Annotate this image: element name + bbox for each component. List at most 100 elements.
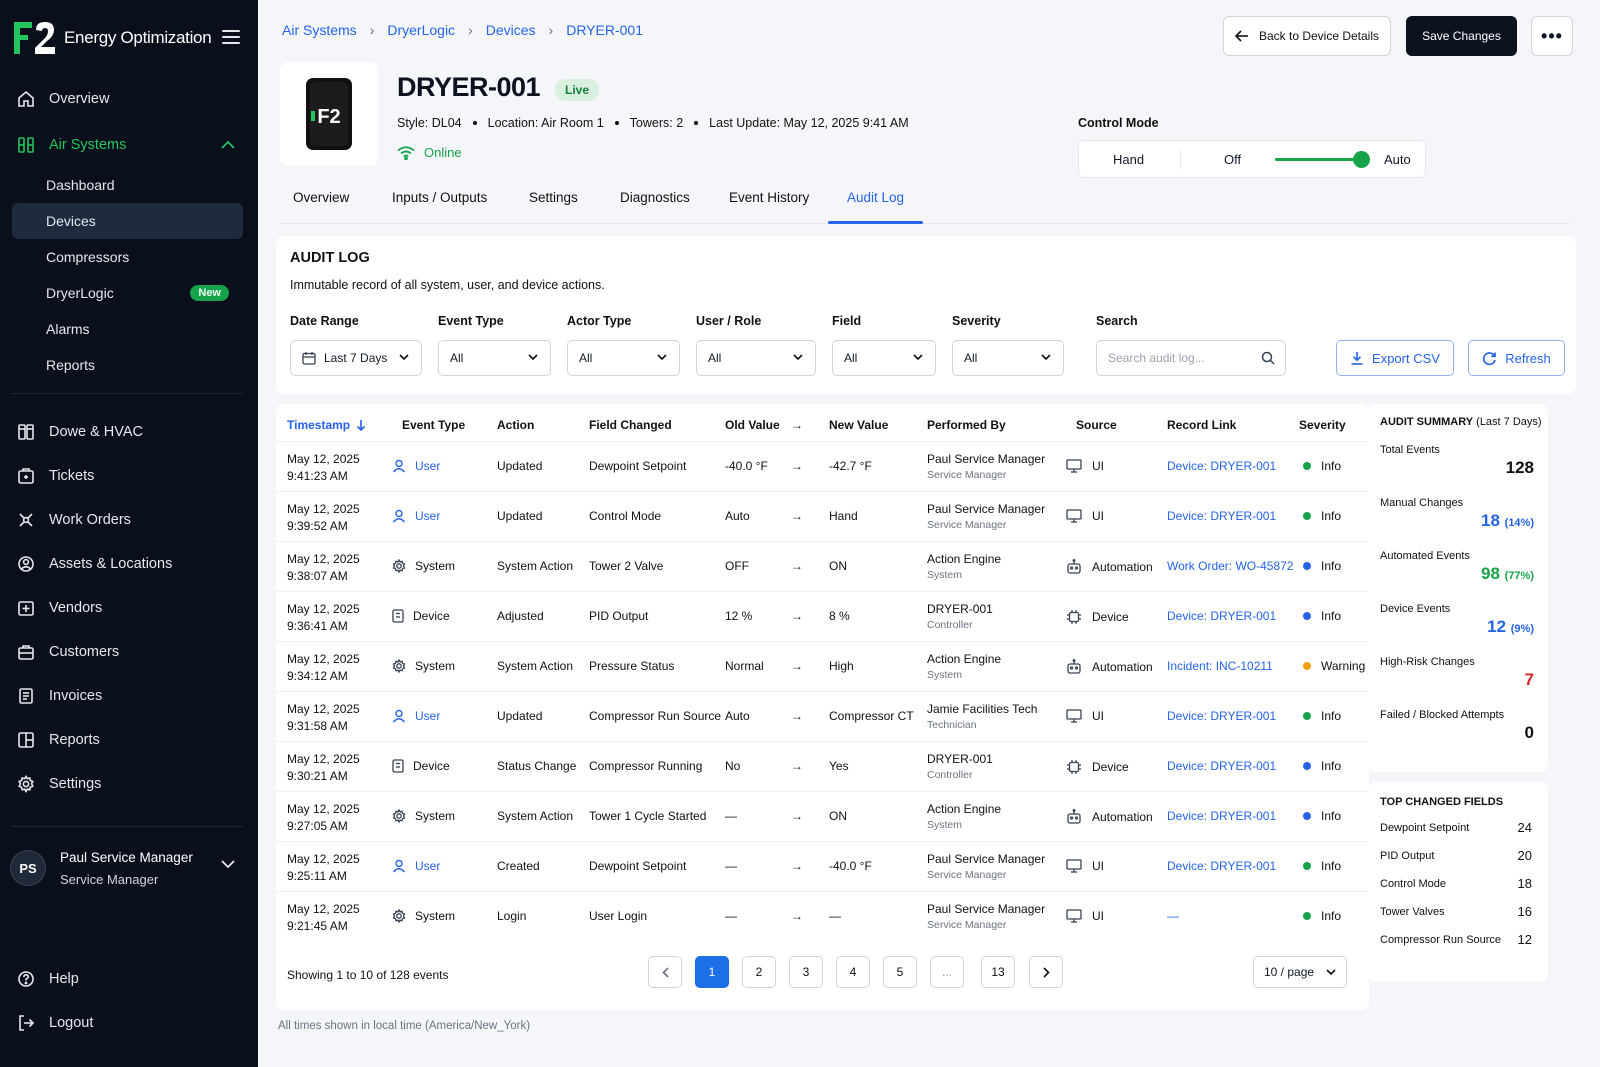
action-cell: System Action [497,659,574,673]
table-row[interactable]: May 12, 2025 9:36:41 AM Device Adjusted PID … [276,591,1369,641]
active-tab-indicator [828,221,923,224]
nav-label: Vendors [49,600,103,616]
record-link[interactable]: Device: DRYER-001 [1167,859,1276,873]
event-type-text: Device [413,759,450,773]
sidebar-item-devices[interactable]: Devices [12,203,243,239]
back-to-device-details-button[interactable]: Back to Device Details [1223,16,1391,56]
user-role-select[interactable]: All [696,340,816,376]
sidebar-item-reports-sub[interactable]: Reports [12,347,243,383]
sidebar-item-compressors[interactable]: Compressors [12,239,243,275]
nav-air-systems[interactable]: Air Systems [12,128,243,162]
source-cell: UI [1066,909,1104,923]
nav-label: Customers [49,644,120,660]
sidebar-item-dryerlogic[interactable]: DryerLogic New [12,275,243,311]
nav-reports[interactable]: Reports [12,723,243,757]
date-range-select[interactable]: Last 7 Days [290,340,422,376]
control-mode-hand[interactable]: Hand [1113,152,1144,167]
sidebar-item-dashboard[interactable]: Dashboard [12,167,243,203]
pagination-page-4[interactable]: 4 [836,956,870,988]
save-changes-button[interactable]: Save Changes [1406,16,1517,56]
sidebar-item-alarms[interactable]: Alarms [12,311,243,347]
tab-diagnostics[interactable]: Diagnostics [620,190,690,205]
table-row[interactable]: May 12, 2025 9:41:23 AM User Updated Dewpoin… [276,441,1369,491]
menu-toggle-icon[interactable] [222,30,240,44]
user-menu[interactable]: PS Paul Service Manager Service Manager [10,842,245,894]
table-row[interactable]: May 12, 2025 9:30:21 AM Device Status Chang… [276,741,1369,791]
pagination-page-3[interactable]: 3 [789,956,823,988]
table-row[interactable]: May 12, 2025 9:21:45 AM System Login User Lo… [276,891,1369,941]
tab-settings[interactable]: Settings [529,190,578,205]
search-input[interactable]: Search audit log... [1096,340,1286,376]
nav-customers[interactable]: Customers [12,635,243,669]
pagination-page-1[interactable]: 1 [695,956,729,988]
nav-settings[interactable]: Settings [12,767,243,801]
arrow-right-icon: → [791,659,803,673]
event-type-select[interactable]: All [438,340,551,376]
tab-inputs-outputs[interactable]: Inputs / Outputs [392,190,487,205]
table-row[interactable]: May 12, 2025 9:39:52 AM User Updated Control… [276,491,1369,541]
source-text: Device [1092,760,1129,774]
control-mode-slider-handle[interactable] [1352,151,1370,168]
column-timestamp-sort[interactable]: Timestamp [287,418,366,432]
per-page-select[interactable]: 10 / page [1253,956,1347,988]
sidebar-item-label: Compressors [46,249,130,265]
control-mode-auto[interactable]: Auto [1384,152,1411,167]
table-row[interactable]: May 12, 2025 9:25:11 AM User Created Dewpoin… [276,841,1369,891]
nav-tickets[interactable]: Tickets [12,459,243,493]
nav-help[interactable]: Help [12,962,243,996]
control-mode-off[interactable]: Off [1224,152,1241,167]
record-link[interactable]: Work Order: WO-45872 [1167,559,1293,573]
table-row[interactable]: May 12, 2025 9:34:12 AM System System Actio… [276,641,1369,691]
pagination-next[interactable] [1029,956,1063,988]
nav-dowe-hvac[interactable]: Dowe & HVAC [12,415,243,449]
table-row[interactable]: May 12, 2025 9:38:07 AM System System Actio… [276,541,1369,591]
record-link[interactable]: Device: DRYER-001 [1167,709,1276,723]
pagination-prev[interactable] [648,956,682,988]
table-row[interactable]: May 12, 2025 9:31:58 AM User Updated Compres… [276,691,1369,741]
source-cell: UI [1066,709,1104,723]
severity-dot [1303,662,1311,670]
vendor-icon [16,598,36,618]
device-tabs: Overview Inputs / Outputs Settings Diagn… [280,180,1570,224]
nav-invoices[interactable]: Invoices [12,679,243,713]
audit-summary: AUDIT SUMMARY (Last 7 Days) Total Events… [1368,404,1548,772]
field-changed-cell: Dewpoint Setpoint [589,859,687,873]
timestamp-date: May 12, 2025 [287,602,360,616]
pagination-page-13[interactable]: 13 [981,956,1015,988]
export-csv-button[interactable]: Export CSV [1336,340,1454,376]
more-options-button[interactable]: ••• [1531,16,1573,56]
record-link[interactable]: Device: DRYER-001 [1167,759,1276,773]
refresh-button[interactable]: Refresh [1468,340,1565,376]
old-value-cell: 12 % [725,609,753,623]
tab-overview[interactable]: Overview [293,190,349,205]
new-value-cell: — [829,909,841,923]
column-label: Timestamp [287,418,351,432]
record-link[interactable]: Incident: INC-10211 [1167,659,1273,673]
nav-vendors[interactable]: Vendors [12,591,243,625]
severity-select[interactable]: All [952,340,1064,376]
pagination-page-2[interactable]: 2 [742,956,776,988]
record-link[interactable]: Device: DRYER-001 [1167,459,1276,473]
pagination-page-5[interactable]: 5 [883,956,917,988]
summary-number: 7 [1524,670,1534,689]
field-select[interactable]: All [832,340,936,376]
breadcrumb-dryerlogic[interactable]: DryerLogic [387,22,455,38]
breadcrumb-devices[interactable]: Devices [486,22,536,38]
brand[interactable]: Energy Optimization [14,20,212,56]
table-row[interactable]: May 12, 2025 9:27:05 AM System System Actio… [276,791,1369,841]
tab-audit-log[interactable]: Audit Log [847,190,904,205]
tab-event-history[interactable]: Event History [729,190,809,205]
nav-logout[interactable]: Logout [12,1006,243,1040]
source-text: Automation [1092,559,1153,574]
refresh-icon [1483,351,1497,365]
actor-type-select[interactable]: All [567,340,680,376]
severity-dot [1303,862,1311,870]
breadcrumb-air-systems[interactable]: Air Systems [282,22,357,38]
nav-work-orders[interactable]: Work Orders [12,503,243,537]
nav-overview[interactable]: Overview [12,82,243,116]
nav-assets-locations[interactable]: Assets & Locations [12,547,243,581]
control-mode-slider[interactable] [1275,151,1370,168]
record-link[interactable]: Device: DRYER-001 [1167,509,1276,523]
record-link[interactable]: Device: DRYER-001 [1167,609,1276,623]
record-link[interactable]: Device: DRYER-001 [1167,809,1276,823]
